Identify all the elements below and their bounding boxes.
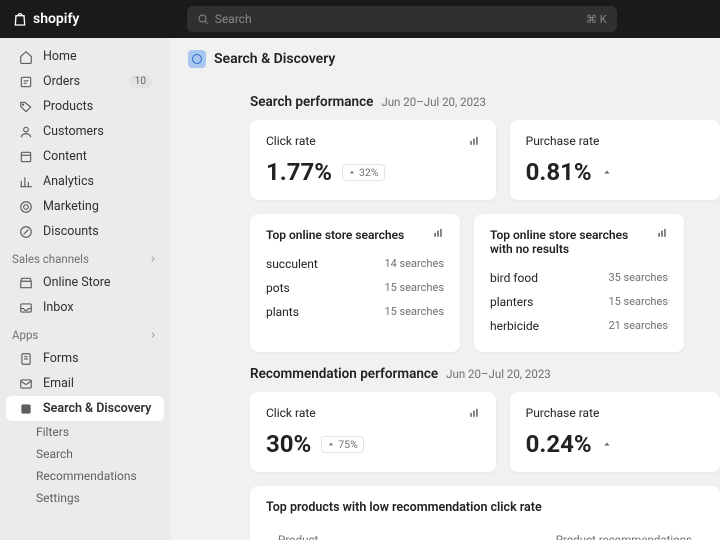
bar-chart-icon [468,136,480,146]
tag-icon [18,99,33,114]
rec-perf-heading: Recommendation performance Jun 20–Jul 20… [250,366,720,382]
apps-heading[interactable]: Apps [0,320,170,346]
nav-online-store[interactable]: Online Store [6,270,164,295]
top-searches-card[interactable]: Top online store searches succulent14 se… [250,214,460,352]
rec-click-rate-card[interactable]: Click rate 30%75% [250,392,496,472]
search-click-rate-card[interactable]: Click rate 1.77%32% [250,120,496,200]
orders-badge: 10 [129,75,152,88]
global-search[interactable]: Search ⌘ K [187,6,617,32]
subnav-filters[interactable]: Filters [0,421,170,443]
search-perf-heading: Search performance Jun 20–Jul 20, 2023 [250,94,720,110]
orders-icon [18,74,33,89]
home-icon [18,49,33,64]
sales-channels-heading[interactable]: Sales channels [0,244,170,270]
store-icon [18,275,33,290]
nav-orders[interactable]: Orders10 [6,69,164,94]
nav-email[interactable]: Email [6,371,164,396]
nav-analytics[interactable]: Analytics [6,169,164,194]
analytics-icon [18,174,33,189]
nav-marketing[interactable]: Marketing [6,194,164,219]
search-placeholder: Search [215,12,252,26]
nav-customers[interactable]: Customers [6,119,164,144]
nav-inbox[interactable]: Inbox [6,295,164,320]
caret-up-icon [602,167,612,177]
nav-content[interactable]: Content [6,144,164,169]
nav-forms[interactable]: Forms [6,346,164,371]
nav-products[interactable]: Products [6,94,164,119]
caret-up-icon [348,168,356,176]
page-title: Search & Discovery [214,51,335,67]
list-item: plants15 searches [266,300,444,324]
list-item: herbicide21 searches [490,314,668,338]
delta-badge: 32% [342,164,385,181]
top-bar: shopify Search ⌘ K [0,0,720,38]
app-header-icon [188,50,206,68]
main-content: Search & Discovery Search performance Ju… [170,38,720,540]
nav-home[interactable]: Home [6,44,164,69]
no-results-card[interactable]: Top online store searches with no result… [474,214,684,352]
brand-name: shopify [33,11,79,27]
nav-search-discovery[interactable]: Search & Discovery [6,396,164,421]
search-icon [197,13,209,25]
list-item: bird food35 searches [490,266,668,290]
email-icon [18,376,33,391]
bar-chart-icon [656,228,668,238]
bar-chart-icon [468,408,480,418]
list-item: succulent14 searches [266,252,444,276]
discount-icon [18,224,33,239]
delta-badge: 75% [321,436,364,453]
nav-discounts[interactable]: Discounts [6,219,164,244]
chevron-right-icon [148,254,158,264]
list-item: pots15 searches [266,276,444,300]
rec-purchase-rate-card[interactable]: Purchase rate 0.24% [510,392,720,472]
bar-chart-icon [432,228,444,238]
inbox-icon [18,300,33,315]
subnav-settings[interactable]: Settings [0,487,170,509]
low-click-products-card: Top products with low recommendation cli… [250,486,720,540]
forms-icon [18,351,33,366]
caret-up-icon [327,440,335,448]
content-icon [18,149,33,164]
search-shortcut: ⌘ K [586,13,607,26]
list-item: planters15 searches [490,290,668,314]
brand-logo[interactable]: shopify [12,11,79,27]
subnav-search[interactable]: Search [0,443,170,465]
person-icon [18,124,33,139]
shopify-bag-icon [12,11,28,27]
chevron-right-icon [148,330,158,340]
search-purchase-rate-card[interactable]: Purchase rate 0.81% [510,120,720,200]
caret-up-icon [602,439,612,449]
sidebar: Home Orders10 Products Customers Content… [0,38,170,540]
target-icon [18,199,33,214]
app-icon [18,401,33,416]
subnav-recommendations[interactable]: Recommendations [0,465,170,487]
table-header: ProductProduct recommendations [266,527,704,540]
